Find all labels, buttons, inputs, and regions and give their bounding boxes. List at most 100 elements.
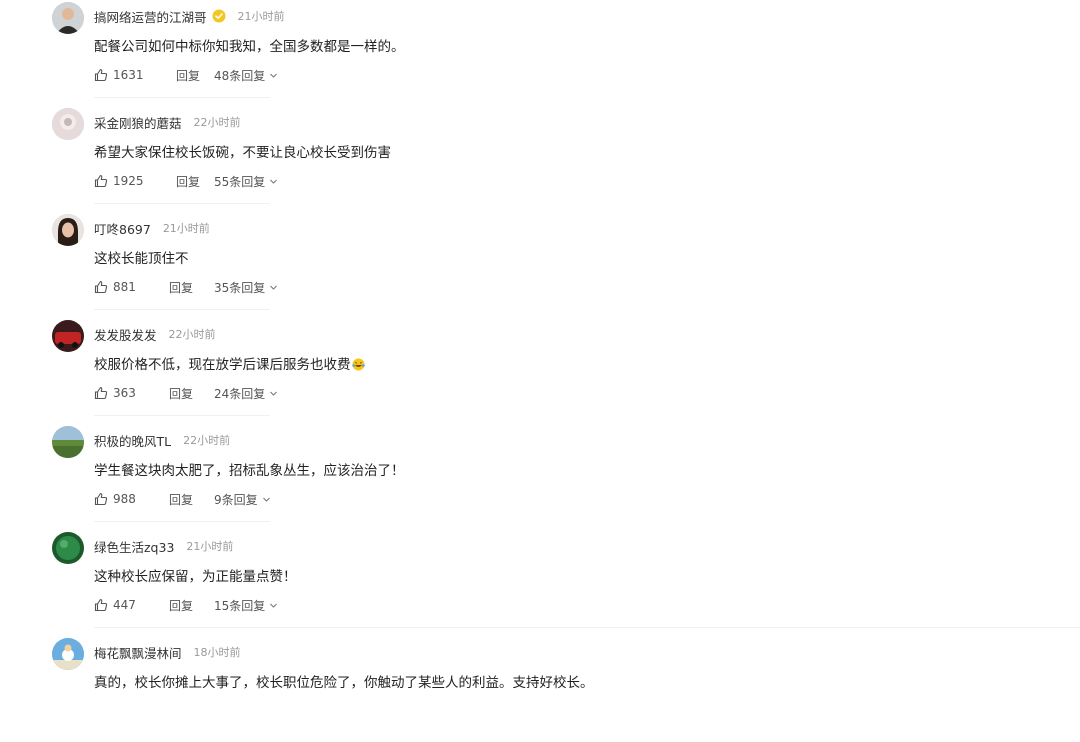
comment-meta: 发发股发发 22小时前 — [94, 325, 216, 343]
avatar[interactable] — [52, 532, 84, 564]
reply-button[interactable]: 回复 — [169, 279, 214, 296]
view-replies-button[interactable]: 9条回复 — [214, 491, 271, 508]
username[interactable]: 采金刚狼的蘑菇 — [94, 113, 182, 132]
comment-item: 绿色生活zq33 21小时前 这种校长应保留，为正能量点赞！ 447 回复 15… — [0, 530, 1080, 636]
comment-actions: 881 回复 35条回复 — [94, 278, 278, 296]
reply-button[interactable]: 回复 — [176, 173, 214, 190]
thumbs-up-icon — [94, 492, 108, 506]
comment-item: 积极的晚风TL 22小时前 学生餐这块肉太肥了，招标乱象丛生，应该治治了！ 98… — [0, 424, 1080, 530]
replies-count: 55条回复 — [214, 174, 266, 189]
comment-text: 这校长能顶住不 — [94, 251, 189, 267]
verified-badge-icon — [212, 9, 226, 23]
comment-item: 叮咚8697 21小时前 这校长能顶住不 881 回复 35条回复 — [0, 212, 1080, 318]
reply-button[interactable]: 回复 — [169, 491, 214, 508]
comment-text: 配餐公司如何中标你知我知，全国多数都是一样的。 — [94, 39, 405, 55]
username[interactable]: 绿色生活zq33 — [94, 537, 174, 556]
comment-item: 梅花飘飘漫林间 18小时前 真的，校长你摊上大事了，校长职位危险了，你触动了某些… — [0, 636, 1080, 742]
comment-actions: 447 回复 15条回复 — [94, 596, 278, 614]
like-button[interactable]: 447 — [94, 598, 169, 612]
avatar[interactable] — [52, 214, 84, 246]
username[interactable]: 梅花飘飘漫林间 — [94, 643, 182, 662]
like-button[interactable]: 1631 — [94, 68, 176, 82]
like-count: 988 — [113, 492, 136, 506]
view-replies-button[interactable]: 15条回复 — [214, 597, 278, 614]
view-replies-button[interactable]: 55条回复 — [214, 173, 278, 190]
comment-text-content: 校服价格不低，现在放学后课后服务也收费 — [94, 357, 351, 373]
like-count: 1925 — [113, 174, 144, 188]
comment-text: 校服价格不低，现在放学后课后服务也收费 — [94, 353, 365, 373]
replies-count: 9条回复 — [214, 492, 258, 507]
divider — [94, 521, 270, 522]
timestamp: 22小时前 — [168, 328, 216, 341]
chevron-down-icon — [269, 177, 278, 186]
thumbs-up-icon — [94, 174, 108, 188]
avatar[interactable] — [52, 638, 84, 670]
divider — [94, 97, 270, 98]
comment-meta: 绿色生活zq33 21小时前 — [94, 537, 233, 555]
comment-item: 采金刚狼的蘑菇 22小时前 希望大家保住校长饭碗，不要让良心校长受到伤害 192… — [0, 106, 1080, 212]
divider — [94, 415, 270, 416]
chevron-down-icon — [269, 389, 278, 398]
comment-actions: 363 回复 24条回复 — [94, 384, 278, 402]
reply-button[interactable]: 回复 — [176, 67, 214, 84]
timestamp: 22小时前 — [183, 434, 231, 447]
username[interactable]: 积极的晚风TL — [94, 431, 171, 450]
like-count: 447 — [113, 598, 136, 612]
comment-text: 这种校长应保留，为正能量点赞！ — [94, 569, 297, 585]
chevron-down-icon — [262, 495, 271, 504]
divider — [94, 309, 270, 310]
comment-list: 搞网络运营的江湖哥 21小时前 配餐公司如何中标你知我知，全国多数都是一样的。 … — [0, 0, 1080, 742]
like-count: 1631 — [113, 68, 144, 82]
thumbs-up-icon — [94, 598, 108, 612]
avatar[interactable] — [52, 320, 84, 352]
timestamp: 21小时前 — [186, 540, 234, 553]
chevron-down-icon — [269, 283, 278, 292]
reply-button[interactable]: 回复 — [169, 597, 214, 614]
thumbs-up-icon — [94, 386, 108, 400]
view-replies-button[interactable]: 24条回复 — [214, 385, 278, 402]
like-count: 363 — [113, 386, 136, 400]
divider — [94, 203, 270, 204]
comment-actions: 1631 回复 48条回复 — [94, 66, 278, 84]
like-count: 881 — [113, 280, 136, 294]
comment-item: 搞网络运营的江湖哥 21小时前 配餐公司如何中标你知我知，全国多数都是一样的。 … — [0, 0, 1080, 106]
like-button[interactable]: 1925 — [94, 174, 176, 188]
timestamp: 18小时前 — [193, 646, 241, 659]
comment-meta: 搞网络运营的江湖哥 21小时前 — [94, 7, 285, 25]
timestamp: 22小时前 — [193, 116, 241, 129]
comment-text: 学生餐这块肉太肥了，招标乱象丛生，应该治治了！ — [94, 463, 405, 479]
replies-count: 35条回复 — [214, 280, 266, 295]
timestamp: 21小时前 — [162, 222, 210, 235]
comment-meta: 采金刚狼的蘑菇 22小时前 — [94, 113, 241, 131]
comment-text: 希望大家保住校长饭碗，不要让良心校长受到伤害 — [94, 145, 391, 161]
comment-actions: 1925 回复 55条回复 — [94, 172, 278, 190]
divider — [94, 627, 1080, 628]
replies-count: 48条回复 — [214, 68, 266, 83]
view-replies-button[interactable]: 48条回复 — [214, 67, 278, 84]
avatar[interactable] — [52, 108, 84, 140]
laughing-tears-icon — [351, 358, 365, 371]
chevron-down-icon — [269, 71, 278, 80]
like-button[interactable]: 988 — [94, 492, 169, 506]
chevron-down-icon — [269, 601, 278, 610]
username[interactable]: 搞网络运营的江湖哥 — [94, 7, 207, 26]
comment-text: 真的，校长你摊上大事了，校长职位危险了，你触动了某些人的利益。支持好校长。 — [94, 675, 594, 691]
comment-actions: 988 回复 9条回复 — [94, 490, 271, 508]
comment-meta: 积极的晚风TL 22小时前 — [94, 431, 230, 449]
avatar[interactable] — [52, 2, 84, 34]
thumbs-up-icon — [94, 280, 108, 294]
view-replies-button[interactable]: 35条回复 — [214, 279, 278, 296]
replies-count: 24条回复 — [214, 386, 266, 401]
username[interactable]: 发发股发发 — [94, 325, 157, 344]
avatar[interactable] — [52, 426, 84, 458]
like-button[interactable]: 881 — [94, 280, 169, 294]
comment-item: 发发股发发 22小时前 校服价格不低，现在放学后课后服务也收费 363 回复 2… — [0, 318, 1080, 424]
reply-button[interactable]: 回复 — [169, 385, 214, 402]
username[interactable]: 叮咚8697 — [94, 219, 151, 238]
like-button[interactable]: 363 — [94, 386, 169, 400]
timestamp: 21小时前 — [237, 10, 285, 23]
comment-meta: 叮咚8697 21小时前 — [94, 219, 210, 237]
replies-count: 15条回复 — [214, 598, 266, 613]
thumbs-up-icon — [94, 68, 108, 82]
comment-meta: 梅花飘飘漫林间 18小时前 — [94, 643, 241, 661]
